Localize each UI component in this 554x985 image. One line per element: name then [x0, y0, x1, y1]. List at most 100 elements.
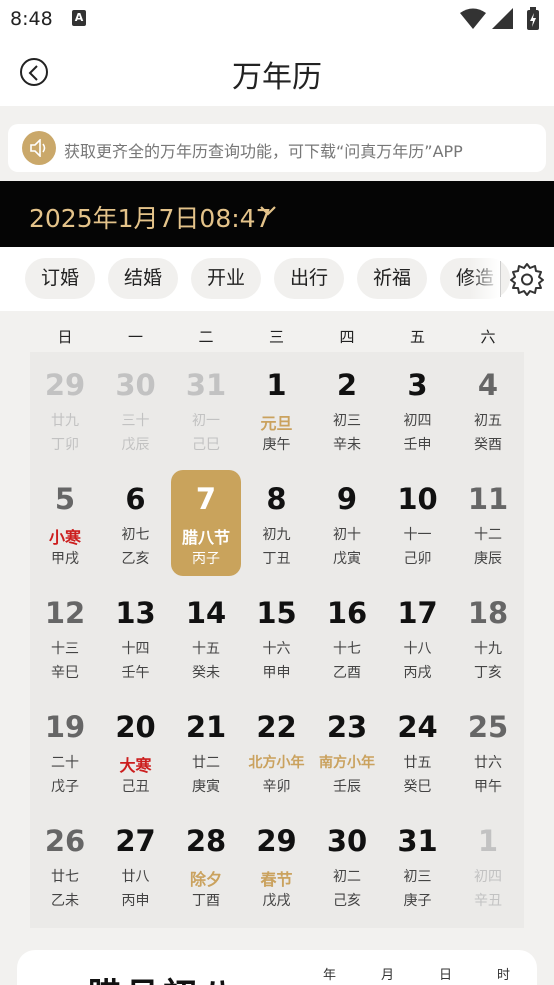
calendar-day[interactable]: 29 春节 戊戌 — [242, 812, 312, 918]
festival-label: 南方小年 — [319, 755, 375, 771]
lunar-day: 十七 — [333, 641, 361, 657]
day-number: 25 — [467, 710, 509, 744]
lunar-day: 十五 — [192, 641, 220, 657]
lunar-day: 初三 — [403, 869, 432, 885]
calendar-day[interactable]: 28 除夕 丁酉 — [171, 812, 241, 918]
lunar-day: 腊八节 — [181, 528, 230, 547]
ganzhi-label: 辛卯 — [262, 779, 291, 795]
ganzhi-label: 庚辰 — [474, 551, 502, 567]
status-icons — [460, 7, 544, 30]
calendar-day[interactable]: 25 廿六 甲午 — [453, 698, 523, 804]
calendar-day[interactable]: 16 十七 乙酉 — [312, 584, 382, 690]
ganzhi-label: 己卯 — [403, 551, 432, 567]
title-bar: 万年历 — [0, 38, 554, 106]
weekday-label: 四 — [339, 328, 355, 346]
calendar-day[interactable]: 23 南方小年壬辰 — [312, 698, 382, 804]
day-number: 17 — [397, 596, 438, 630]
calendar-day[interactable]: 20 大寒 己丑 — [101, 698, 171, 804]
calendar-day[interactable]: 1 元旦 庚午 — [242, 356, 312, 462]
chip-qifu[interactable]: 祈福 — [357, 258, 427, 299]
lunar-day: 初九 — [262, 527, 291, 543]
lunar-day: 十九 — [474, 641, 502, 657]
calendar-day[interactable]: 4 初五 癸酉 — [453, 356, 523, 462]
lunar-day: 二十 — [51, 755, 79, 771]
lunar-day: 初一 — [192, 413, 220, 429]
page-title: 万年历 — [232, 60, 322, 95]
ganzhi-col-year: 年 — [323, 968, 337, 983]
calendar-day[interactable]: 9 初十 戊寅 — [312, 470, 382, 576]
date-selector-bar[interactable]: 2025年1月7日08:47 — [0, 181, 554, 247]
day-number: 16 — [326, 596, 368, 630]
ganzhi-label: 己巳 — [192, 437, 220, 453]
calendar-day[interactable]: 10 十一 己卯 — [383, 470, 453, 576]
calendar-day[interactable]: 14 十五 癸未 — [171, 584, 241, 690]
weekday-label: 三 — [268, 328, 284, 346]
calendar-day[interactable]: 8 初九 丁丑 — [242, 470, 312, 576]
calendar-day[interactable]: 17 十八 丙戌 — [383, 584, 453, 690]
ganzhi-col-month: 月 — [381, 968, 395, 983]
day-number: 2 — [336, 368, 358, 402]
lunar-day: 十一 — [403, 527, 432, 543]
chip-dinghun[interactable]: 订婚 — [25, 258, 95, 299]
calendar-day[interactable]: 27 廿八 丙申 — [101, 812, 171, 918]
calendar-day[interactable]: 12 十三 辛巳 — [30, 584, 100, 690]
ganzhi-col-day: 日 — [439, 968, 453, 983]
calendar-day[interactable]: 30 三十 戊辰 — [101, 356, 171, 462]
festival-label: 元旦 — [260, 414, 293, 433]
day-number: 27 — [115, 824, 156, 858]
day-number: 23 — [326, 710, 368, 744]
chip-jiehun[interactable]: 结婚 — [108, 258, 178, 299]
calendar-day[interactable]: 30 初二 己亥 — [312, 812, 382, 918]
ganzhi-label: 辛丑 — [474, 893, 502, 909]
calendar-day[interactable]: 13 十四 壬午 — [101, 584, 171, 690]
ganzhi-label: 癸酉 — [474, 437, 502, 453]
ganzhi-label: 庚午 — [262, 437, 291, 453]
calendar-day[interactable]: 5 小寒 甲戌 — [30, 470, 100, 576]
chip-kaiye[interactable]: 开业 — [191, 258, 261, 299]
day-number: 19 — [44, 710, 86, 744]
calendar-day[interactable]: 15 十六 甲申 — [242, 584, 312, 690]
calendar-day[interactable]: 1 初四 辛丑 — [453, 812, 523, 918]
ganzhi-label: 甲戌 — [51, 551, 79, 567]
calendar-day[interactable]: 18 十九 丁亥 — [453, 584, 523, 690]
calendar-day[interactable]: 19 二十 戊子 — [30, 698, 100, 804]
chips-divider — [500, 261, 501, 297]
gear-icon[interactable] — [509, 261, 545, 297]
calendar-day-selected[interactable]: 7 腊八节 丙子 — [171, 470, 241, 576]
festival-label: 除夕 — [189, 870, 222, 889]
chevron-down-icon[interactable] — [260, 205, 276, 217]
calendar-day[interactable]: 29 廿九 丁卯 — [30, 356, 100, 462]
lunar-day: 廿二 — [192, 755, 220, 771]
ganzhi-label: 己丑 — [121, 779, 150, 795]
calendar-day[interactable]: 21 廿二 庚寅 — [171, 698, 241, 804]
lunar-day: 十三 — [51, 641, 79, 657]
ganzhi-label: 甲午 — [474, 779, 502, 795]
ganzhi-label: 丙申 — [121, 893, 150, 909]
calendar-day[interactable]: 24 廿五 癸巳 — [383, 698, 453, 804]
day-number: 30 — [115, 368, 156, 402]
lunar-day: 三十 — [121, 413, 150, 429]
weekday-label: 日 — [57, 328, 73, 346]
festival-label: 大寒 — [119, 756, 152, 775]
calendar-day[interactable]: 3 初四 壬申 — [383, 356, 453, 462]
selected-date[interactable]: 2025年1月7日08:47 — [29, 199, 271, 235]
download-notice-banner[interactable]: 获取更齐全的万年历查询功能，可下载“问真万年历”APP — [8, 124, 546, 172]
lunar-day: 初七 — [121, 527, 150, 543]
calendar-day[interactable]: 31 初三 庚子 — [383, 812, 453, 918]
ganzhi-label: 壬辰 — [333, 779, 361, 795]
chip-chuxing[interactable]: 出行 — [274, 258, 344, 299]
calendar-day[interactable]: 31 初一 己巳 — [171, 356, 241, 462]
ganzhi-label: 戊寅 — [333, 551, 361, 567]
calendar-day[interactable]: 2 初三 辛未 — [312, 356, 382, 462]
ganzhi-label: 戊戌 — [262, 893, 291, 909]
lunar-day: 廿七 — [51, 869, 79, 885]
weekday-label: 一 — [127, 328, 143, 346]
calendar-day[interactable]: 26 廿七 乙未 — [30, 812, 100, 918]
calendar-day[interactable]: 22 北方小年 辛卯 — [242, 698, 312, 804]
lunar-day: 初四 — [474, 869, 502, 885]
calendar-day[interactable]: 6 初七 乙亥 — [101, 470, 171, 576]
activity-chips-bar: 订婚 结婚 开业 出行 祈福 修造 — [0, 247, 554, 311]
calendar-day[interactable]: 11 十二 庚辰 — [453, 470, 523, 576]
day-number: 8 — [266, 482, 287, 516]
weekday-label: 六 — [480, 328, 496, 346]
